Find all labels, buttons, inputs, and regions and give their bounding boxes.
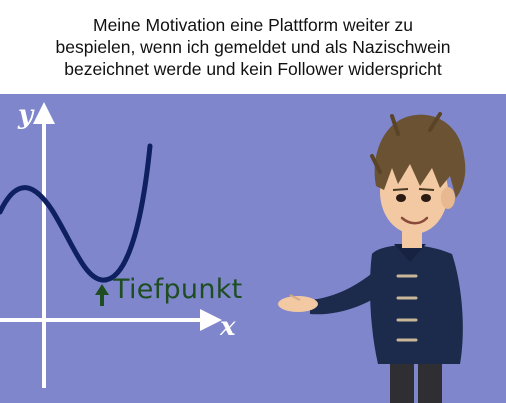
- minimum-arrow: [95, 284, 109, 306]
- scene-drawing: [0, 102, 466, 403]
- cartoon-character: [278, 112, 466, 403]
- x-axis: [0, 309, 222, 331]
- y-axis: [33, 102, 55, 388]
- minimum-annotation: Tiefpunkt: [113, 274, 243, 305]
- meme-image: y x Tiefpunkt: [0, 94, 506, 403]
- meme-caption: Meine Motivation eine Plattform weiter z…: [0, 0, 506, 94]
- x-axis-label: x: [220, 312, 236, 342]
- function-curve: [0, 143, 153, 283]
- y-axis-label: y: [18, 100, 34, 130]
- caption-text: Meine Motivation eine Plattform weiter z…: [55, 15, 451, 79]
